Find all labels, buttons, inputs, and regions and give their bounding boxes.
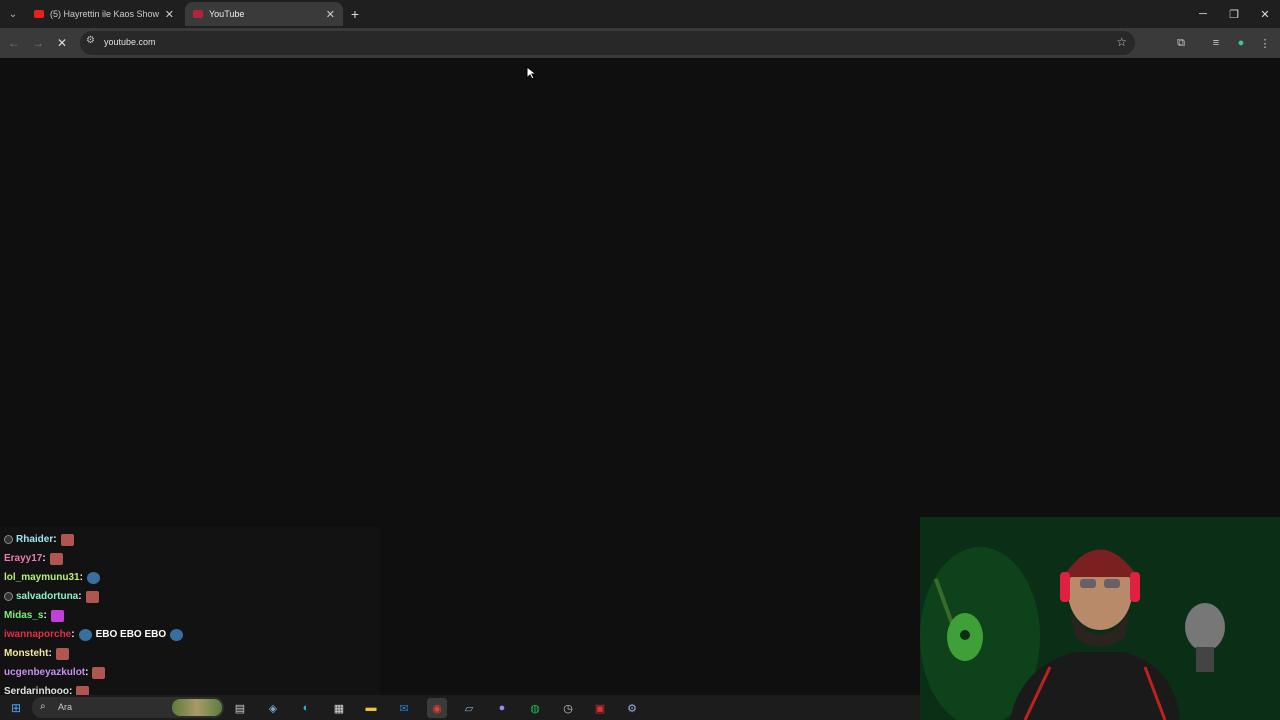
chat-username: iwannaporche <box>4 629 72 640</box>
chat-separator: : <box>78 591 82 602</box>
youtube-favicon-icon <box>34 10 44 18</box>
chat-emote-icon <box>170 628 184 641</box>
windows-start-icon[interactable]: ⊞ <box>8 700 24 716</box>
chat-separator: : <box>48 648 52 659</box>
search-placeholder: Ara <box>58 702 73 712</box>
chat-message-text: EBO EBO EBO <box>95 629 167 640</box>
restore-icon[interactable]: ❐ <box>1219 4 1249 24</box>
close-window-icon[interactable]: ✕ <box>1250 4 1280 24</box>
minimize-icon[interactable]: ─ <box>1188 4 1218 24</box>
chat-separator: : <box>42 553 46 564</box>
chat-emote-icon <box>60 533 74 546</box>
chat-message: Serdarinhooo : <box>0 682 380 695</box>
site-info-icon[interactable]: ⚙ <box>86 35 95 46</box>
extensions-icon[interactable]: ⧉ <box>1172 34 1190 52</box>
chat-emote-icon <box>86 571 100 584</box>
chat-emote-icon <box>85 590 99 603</box>
spotify-icon[interactable]: ◍ <box>525 698 545 718</box>
user-badge-icon <box>4 592 13 601</box>
chat-emote-icon <box>49 552 63 565</box>
outlook-icon[interactable]: ✉ <box>394 698 414 718</box>
chat-message: ucgenbeyazkulot : <box>0 663 380 682</box>
chat-separator: : <box>43 610 47 621</box>
chat-username: lol_maymunu31 <box>4 572 80 583</box>
chat-message: salvadortuna : <box>0 587 380 606</box>
chat-emote-icon <box>78 628 92 641</box>
chat-separator: : <box>71 629 75 640</box>
chat-username: Erayy17 <box>4 553 43 564</box>
bookmark-star-icon[interactable]: ☆ <box>1116 35 1127 49</box>
profile-extension-icon[interactable]: ● <box>1232 34 1250 52</box>
chat-username: ucgenbeyazkulot <box>4 667 86 678</box>
edge-icon[interactable]: ◐ <box>296 698 316 718</box>
file-explorer-icon[interactable]: ▬ <box>361 698 381 718</box>
new-tab-button[interactable]: + <box>346 5 364 23</box>
tab-kaos-show[interactable]: (5) Hayrettin ile Kaos Show - 2... ✕ <box>26 2 182 26</box>
chat-emote-icon <box>55 647 69 660</box>
copilot-icon[interactable]: ◈ <box>263 698 283 718</box>
chat-username: salvadortuna <box>16 591 79 602</box>
chat-username: Midas_s <box>4 610 44 621</box>
back-button[interactable]: ← <box>5 34 23 52</box>
clock-icon[interactable]: ◷ <box>558 698 578 718</box>
chat-username: Rhaider <box>16 534 54 545</box>
chat-message: Midas_s : <box>0 606 380 625</box>
tab-bar: ⌄ (5) Hayrettin ile Kaos Show - 2... ✕ Y… <box>0 0 1280 28</box>
chat-emote-icon <box>50 609 64 622</box>
chat-separator: : <box>69 686 73 695</box>
chrome-icon[interactable]: ◉ <box>427 698 447 718</box>
tab-close-icon[interactable]: ✕ <box>326 8 335 21</box>
chat-message: Monsteht : <box>0 644 380 663</box>
search-highlight-image <box>172 699 222 716</box>
voicemeeter-icon[interactable]: ▣ <box>590 698 610 718</box>
stop-loading-button[interactable]: ✕ <box>53 34 71 52</box>
tab-close-icon[interactable]: ✕ <box>165 8 174 21</box>
forward-button[interactable]: → <box>29 34 47 52</box>
user-badge-icon <box>4 535 13 544</box>
chat-message: Rhaider : <box>0 530 380 549</box>
chat-message: Erayy17 : <box>0 549 380 568</box>
url-text: youtube.com <box>104 37 156 47</box>
chat-separator: : <box>53 534 57 545</box>
tab-youtube[interactable]: YouTube ✕ <box>185 2 343 26</box>
store-icon[interactable]: ▦ <box>329 698 349 718</box>
search-icon: ⌕ <box>40 701 46 712</box>
notepad-icon[interactable]: ▱ <box>459 698 479 718</box>
mouse-cursor-icon <box>526 66 536 80</box>
address-bar[interactable]: ⚙ youtube.com ☆ <box>80 31 1135 55</box>
discord-icon[interactable]: ● <box>492 698 512 718</box>
browser-menu-icon[interactable]: ⋮ <box>1256 34 1274 52</box>
task-view-icon[interactable]: ▤ <box>230 698 250 718</box>
taskbar-search-box[interactable]: ⌕ Ara <box>32 697 224 718</box>
chat-separator: : <box>85 667 89 678</box>
chat-username: Serdarinhooo <box>4 686 70 695</box>
media-control-icon[interactable]: ≡ <box>1207 34 1225 52</box>
tab-title: (5) Hayrettin ile Kaos Show - 2... <box>50 9 161 19</box>
chat-emote-icon <box>76 685 90 695</box>
stream-chat-overlay: Rhaider : Erayy17 : lol_maymunu31 : salvado… <box>0 527 380 695</box>
windows-taskbar: ⊞ ⌕ Ara ▤ ◈ ◐ ▦ ▬ ✉ ◉ ▱ ● ◍ ◷ ▣ ⚙ <box>0 695 920 720</box>
browser-toolbar: ← → ✕ ⚙ youtube.com ☆ ⧉ ≡ ● ⋮ <box>0 28 1280 58</box>
steam-icon[interactable]: ⚙ <box>622 698 642 718</box>
chat-message: iwannaporche : EBO EBO EBO <box>0 625 380 644</box>
webcam-overlay <box>920 517 1280 720</box>
chat-message: lol_maymunu31 : <box>0 568 380 587</box>
tab-title: YouTube <box>209 9 245 19</box>
tab-search-button[interactable]: ⌄ <box>4 5 22 23</box>
youtube-favicon-icon <box>193 10 203 18</box>
chat-username: Monsteht <box>4 648 49 659</box>
streamer-webcam-image <box>920 517 1280 720</box>
chat-emote-icon <box>92 666 106 679</box>
chat-separator: : <box>79 572 83 583</box>
